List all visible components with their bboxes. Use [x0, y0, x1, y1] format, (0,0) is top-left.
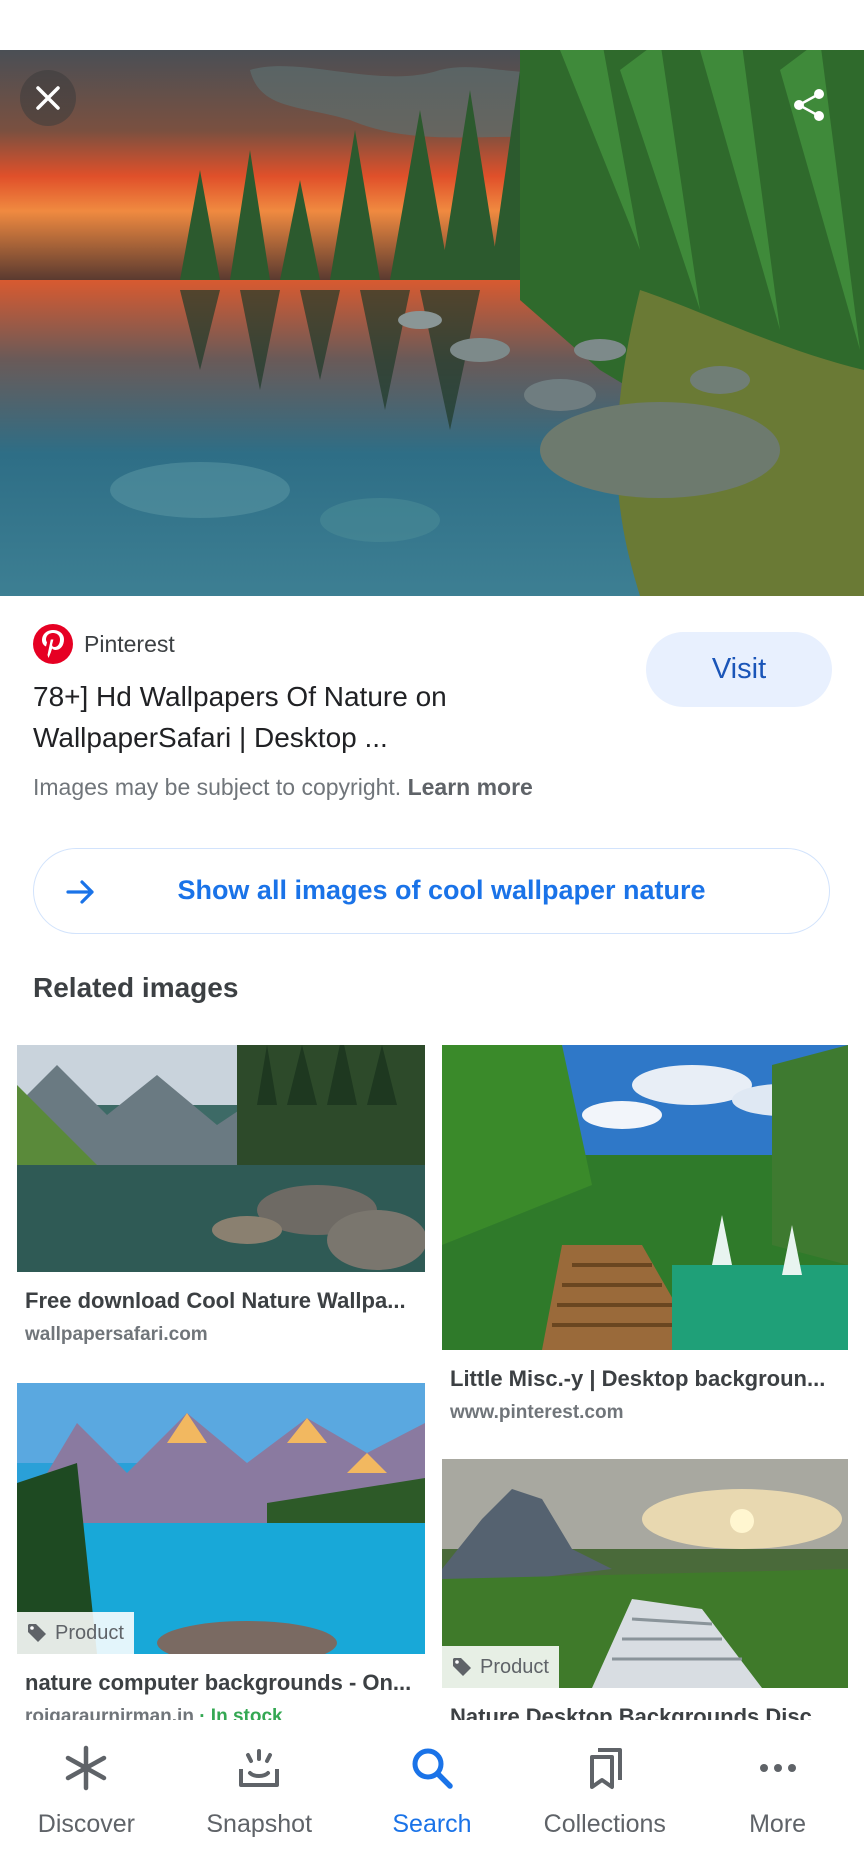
related-image-title: Free download Cool Nature Wallpa... — [25, 1288, 406, 1313]
related-image-card[interactable]: Product Nature Desktop Backgrounds Disc.… — [442, 1459, 848, 1730]
product-badge: Product — [442, 1646, 559, 1688]
source-row[interactable]: Pinterest — [33, 624, 175, 664]
nav-collections-label: Collections — [543, 1810, 666, 1838]
asterisk-icon — [66, 1745, 107, 1791]
nav-snapshot-label: Snapshot — [206, 1810, 313, 1838]
related-image-thumbnail: Product — [17, 1383, 425, 1654]
nav-more-label: More — [749, 1810, 807, 1838]
nav-snapshot[interactable]: Snapshot — [173, 1720, 346, 1872]
share-button[interactable] — [781, 77, 837, 133]
more-icon — [759, 1764, 796, 1772]
product-badge-label: Product — [55, 1621, 124, 1644]
search-icon — [412, 1748, 453, 1789]
nav-more[interactable]: More — [691, 1720, 864, 1872]
product-badge: Product — [17, 1612, 134, 1654]
related-image-thumbnail: Product — [442, 1459, 848, 1688]
main-image[interactable] — [0, 50, 864, 596]
bookmarks-icon — [589, 1748, 622, 1789]
nav-discover-label: Discover — [37, 1810, 136, 1838]
product-badge-label: Product — [480, 1655, 549, 1678]
related-image-domain: www.pinterest.com — [450, 1402, 624, 1423]
nav-collections[interactable]: Collections — [518, 1720, 691, 1872]
bottom-navigation: Discover Snapshot Search Collections Mor… — [0, 1720, 864, 1872]
status-bar — [0, 0, 864, 50]
nav-search-label: Search — [392, 1810, 472, 1838]
result-title[interactable]: 78+] Hd Wallpapers Of Nature on Wallpape… — [33, 676, 593, 758]
related-image-card[interactable]: Product nature computer backgrounds - On… — [17, 1383, 425, 1728]
source-name: Pinterest — [84, 630, 175, 657]
related-image-domain: wallpapersafari.com — [25, 1324, 208, 1345]
related-images-heading: Related images — [33, 972, 239, 1003]
visit-button[interactable]: Visit — [646, 632, 832, 707]
related-image-card[interactable]: Free download Cool Nature Wallpa... wall… — [17, 1045, 425, 1346]
related-image-thumbnail — [17, 1045, 425, 1272]
close-icon — [36, 86, 60, 110]
nav-discover[interactable]: Discover — [0, 1720, 173, 1872]
show-all-images-button[interactable]: Show all images of cool wallpaper nature — [33, 848, 830, 934]
lake-forest-image — [0, 50, 864, 596]
related-image-title: Little Misc.-y | Desktop backgroun... — [450, 1366, 826, 1391]
snapshot-icon — [239, 1749, 280, 1787]
copyright-text: Images may be subject to copyright. — [33, 774, 402, 800]
related-image-title: nature computer backgrounds - On... — [25, 1670, 412, 1695]
close-button[interactable] — [20, 70, 76, 126]
nav-search[interactable]: Search — [346, 1720, 519, 1872]
pinterest-logo-icon — [33, 624, 73, 664]
show-all-label: Show all images of cool wallpaper nature — [177, 875, 706, 905]
tag-icon — [453, 1658, 471, 1676]
tag-icon — [28, 1624, 46, 1642]
related-image-thumbnail — [442, 1045, 848, 1350]
related-image-card[interactable]: Little Misc.-y | Desktop backgroun... ww… — [442, 1045, 848, 1424]
copyright-notice: Images may be subject to copyright. Lear… — [33, 774, 533, 801]
learn-more-link[interactable]: Learn more — [408, 774, 533, 800]
share-icon — [794, 89, 824, 121]
